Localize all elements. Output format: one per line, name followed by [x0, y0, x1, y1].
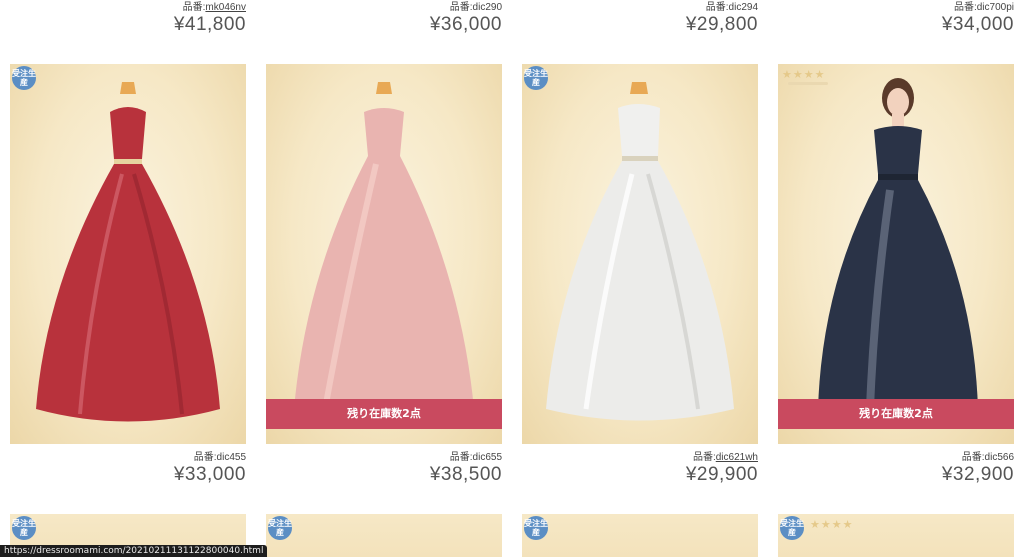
- product-price: ¥36,000: [429, 14, 502, 35]
- model-image: [818, 78, 978, 418]
- rating-stars-badge: ★★★★: [810, 519, 854, 531]
- product-meta: 品番:dic294 ¥29,800: [522, 2, 758, 36]
- product-price: ¥29,800: [685, 14, 758, 35]
- product-code: dic290: [472, 2, 502, 13]
- product-code-link[interactable]: dic621wh: [716, 452, 758, 463]
- product-meta: 品番:mk046nv ¥41,800: [10, 2, 246, 36]
- dress-image: [36, 82, 220, 422]
- made-to-order-badge: 受注生産: [524, 66, 548, 90]
- product-price: ¥38,500: [429, 464, 502, 485]
- product-card-dic655[interactable]: 残り在庫数2点: [266, 64, 502, 444]
- product-meta: 品番:dic700pi ¥34,000: [778, 2, 1014, 36]
- product-meta: 品番:dic655 ¥38,500: [266, 452, 502, 486]
- product-meta: 品番:dic455 ¥33,000: [10, 452, 246, 486]
- product-card-dic621wh[interactable]: 受注生産: [522, 64, 758, 444]
- product-card[interactable]: 受注生産 ★★★★: [778, 514, 1014, 557]
- product-price: ¥33,000: [173, 464, 246, 485]
- rating-stars-badge: ★★★★: [782, 69, 826, 81]
- product-code: dic294: [728, 2, 758, 13]
- made-to-order-badge: 受注生産: [780, 516, 804, 540]
- product-code: dic566: [984, 452, 1014, 463]
- product-code-link[interactable]: mk046nv: [205, 2, 246, 13]
- product-meta: 品番:dic566 ¥32,900: [778, 452, 1014, 486]
- link-status-bar: https://dressroomami.com/202102111311228…: [0, 545, 268, 557]
- product-price: ¥41,800: [173, 14, 246, 35]
- product-card[interactable]: 受注生産: [266, 514, 502, 557]
- made-to-order-badge: 受注生産: [12, 66, 36, 90]
- product-card-dic566[interactable]: ★★★★ 残り在庫数2点: [778, 64, 1014, 444]
- product-code: dic655: [472, 452, 502, 463]
- product-card[interactable]: 受注生産: [522, 514, 758, 557]
- stock-remaining-label: 残り在庫数2点: [266, 399, 502, 429]
- dress-image: [546, 82, 734, 421]
- stock-remaining-label: 残り在庫数2点: [778, 399, 1014, 429]
- made-to-order-badge: 受注生産: [12, 516, 36, 540]
- product-meta: 品番:dic290 ¥36,000: [266, 2, 502, 36]
- product-price: ¥32,900: [941, 464, 1014, 485]
- product-price: ¥34,000: [941, 14, 1014, 35]
- product-meta: 品番:dic621wh ¥29,900: [522, 452, 758, 486]
- product-card-dic455[interactable]: 受注生産: [10, 64, 246, 444]
- product-code: dic700pi: [976, 2, 1014, 13]
- dress-image: [294, 82, 474, 419]
- product-price: ¥29,900: [685, 464, 758, 485]
- made-to-order-badge: 受注生産: [268, 516, 292, 540]
- product-code: dic455: [216, 452, 246, 463]
- made-to-order-badge: 受注生産: [524, 516, 548, 540]
